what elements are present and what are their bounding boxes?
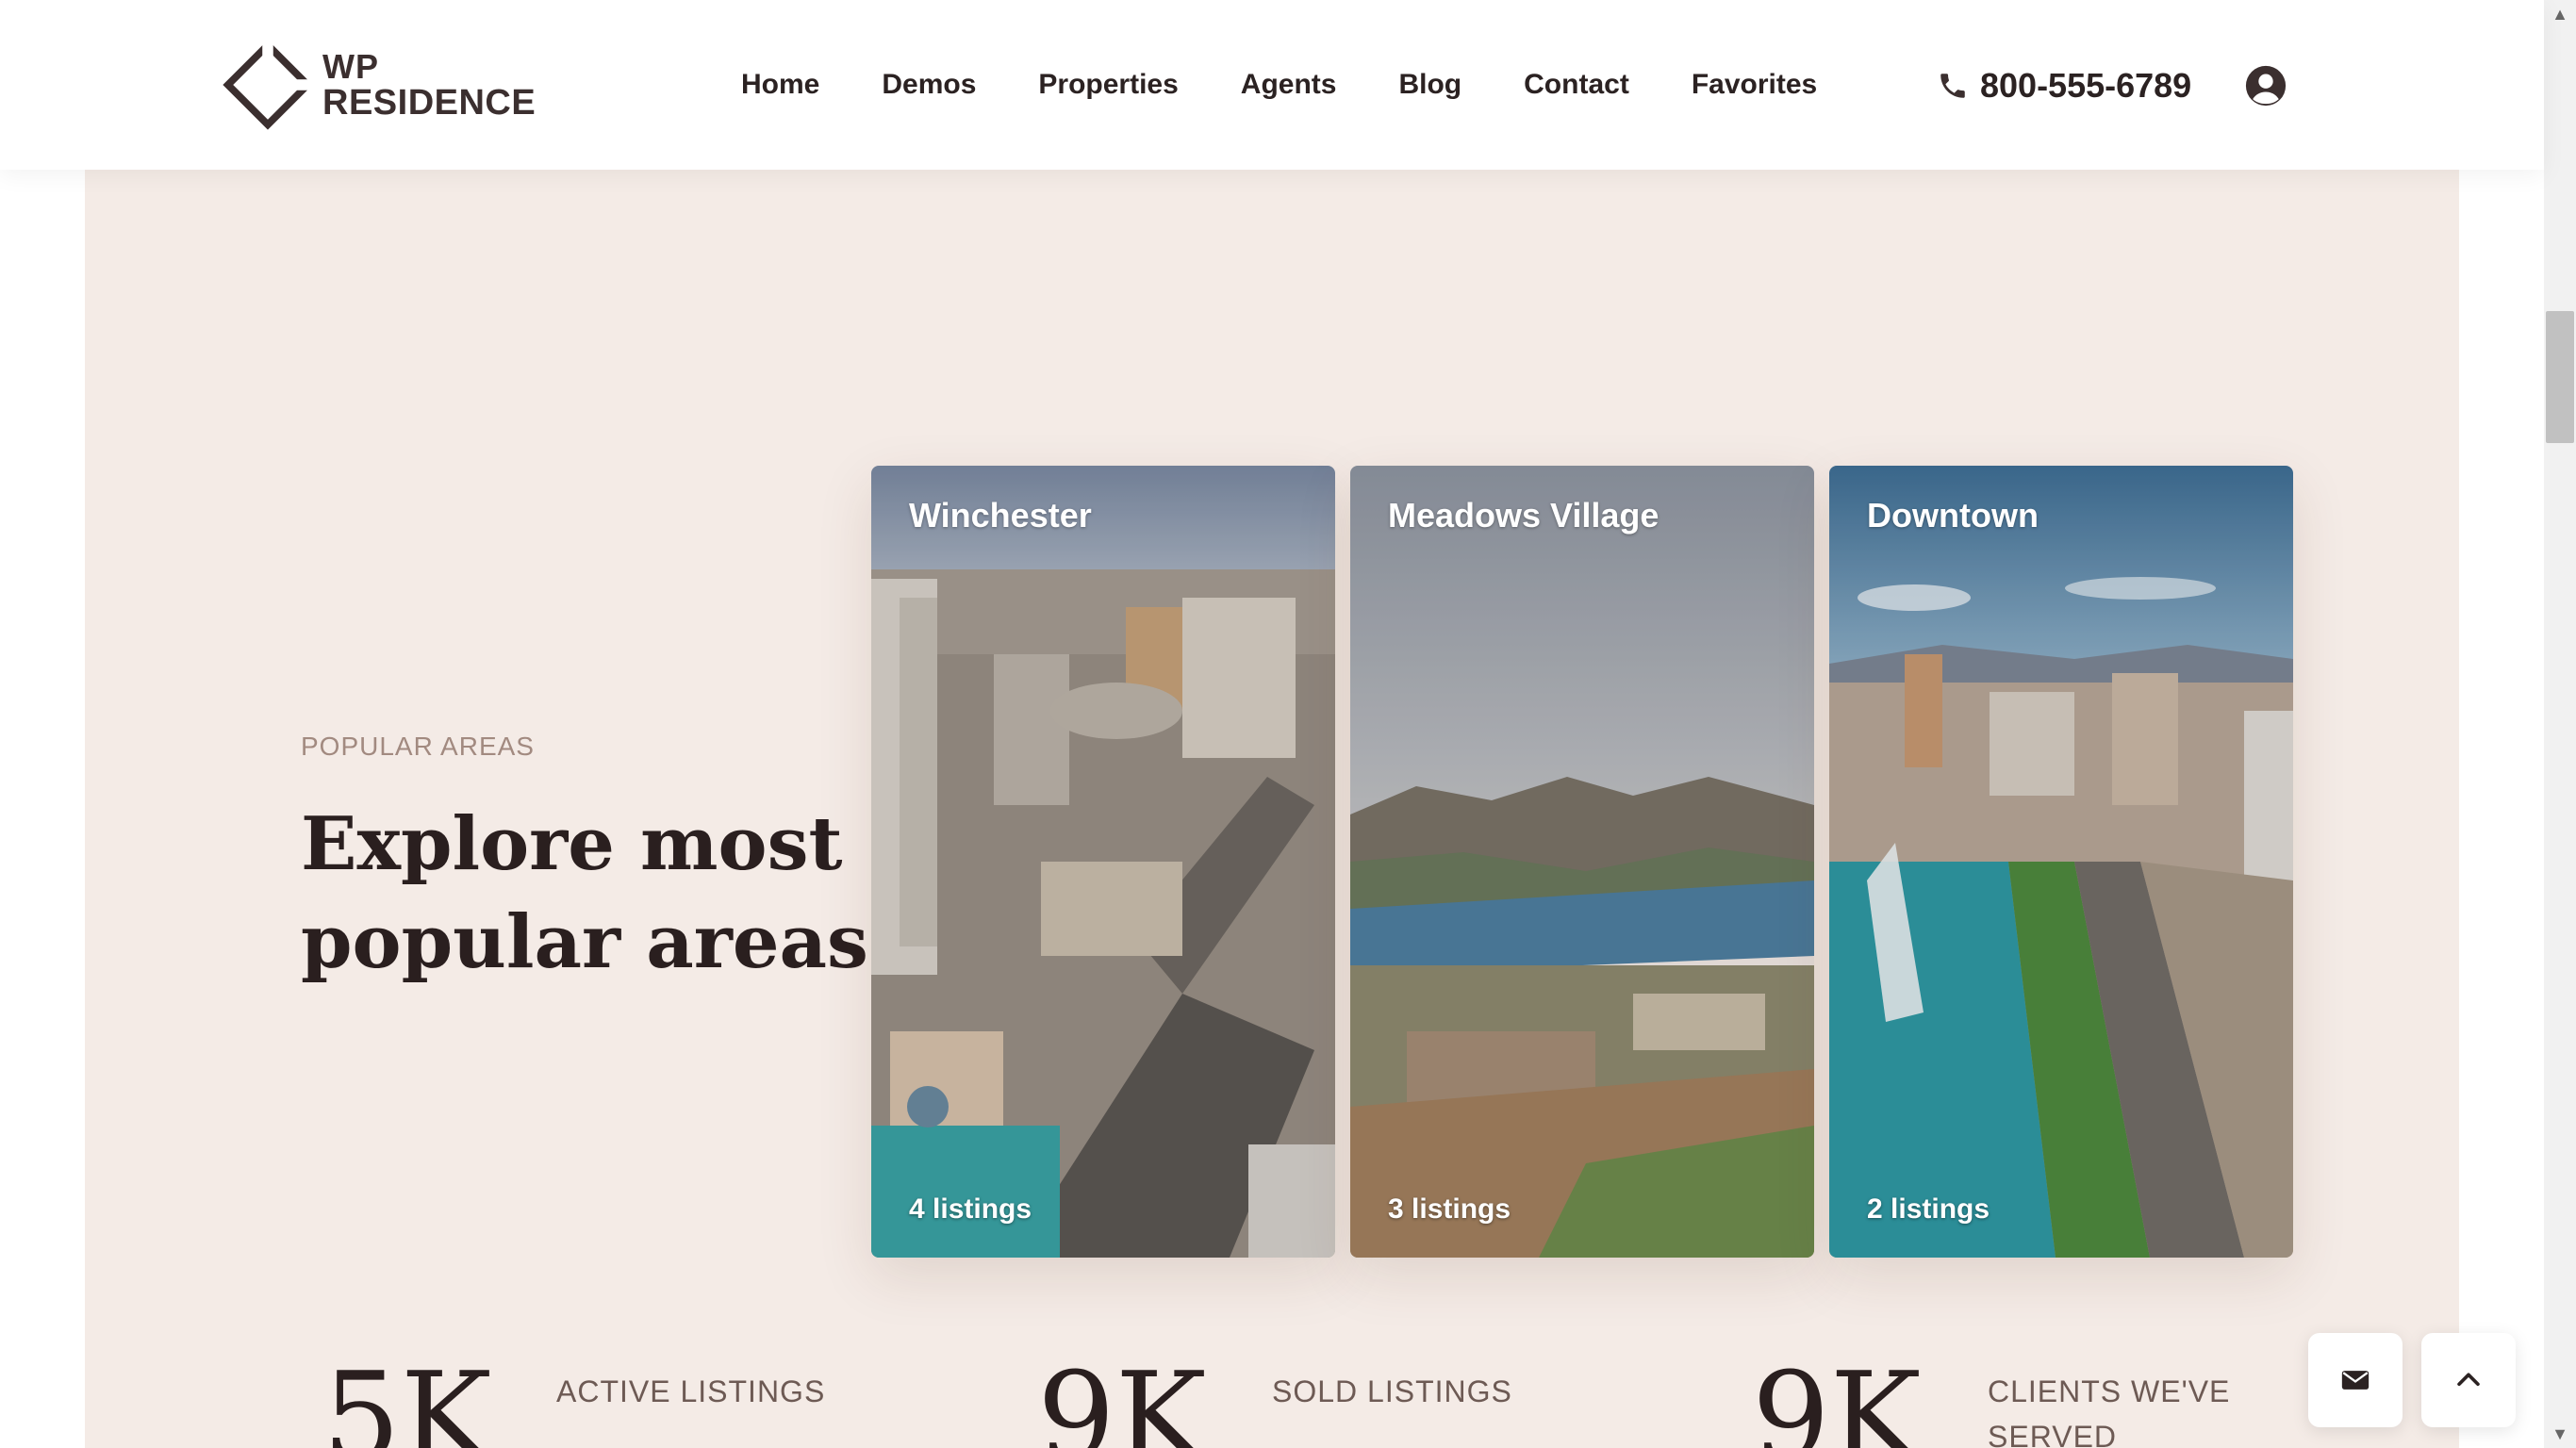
phone-number: 800-555-6789 <box>1980 66 2192 105</box>
chevron-up-icon <box>2457 1373 2480 1387</box>
logo-line-2: RESIDENCE <box>322 83 537 123</box>
area-card-title: Meadows Village <box>1388 496 1660 535</box>
area-card-winchester[interactable]: Winchester 4 listings <box>871 466 1335 1258</box>
logo-line-1: WP <box>322 47 379 86</box>
area-card-title: Winchester <box>909 496 1092 535</box>
lake-valley-image <box>1350 466 1814 1258</box>
phone-icon <box>1940 74 1965 98</box>
phone-link[interactable]: 800-555-6789 <box>1937 66 2191 106</box>
city-aerial-image <box>871 466 1335 1258</box>
popular-areas-section: POPULAR AREAS Explore most popular areas <box>85 170 2459 1448</box>
city-fountain-image <box>1829 466 2293 1258</box>
scroll-thumb[interactable] <box>2546 311 2574 443</box>
area-card-meadows-village[interactable]: Meadows Village 3 listings <box>1350 466 1814 1258</box>
diamond-logo-icon <box>223 40 313 130</box>
back-to-top-button[interactable] <box>2421 1333 2516 1427</box>
stat-sold-number: 9K <box>1037 1345 1207 1448</box>
stat-clients-number: 9K <box>1752 1345 1922 1448</box>
section-eyebrow: POPULAR AREAS <box>301 732 535 761</box>
stat-clients-label: CLIENTS WE'VE SERVED <box>1988 1374 2231 1448</box>
nav-agents[interactable]: Agents <box>1241 62 1337 107</box>
nav-properties[interactable]: Properties <box>1038 62 1178 107</box>
area-card-downtown[interactable]: Downtown 2 listings <box>1829 466 2293 1258</box>
scroll-up-arrow-icon[interactable]: ▲ <box>2544 0 2576 28</box>
nav-favorites[interactable]: Favorites <box>1692 62 1817 107</box>
site-header: WP RESIDENCE Home Demos Properties Agent… <box>0 0 2544 170</box>
stat-active-label: ACTIVE LISTINGS <box>556 1374 826 1408</box>
nav-blog[interactable]: Blog <box>1398 62 1461 107</box>
stat-sold-label: SOLD LISTINGS <box>1272 1374 1512 1408</box>
logo-wordmark: WP RESIDENCE <box>322 47 537 123</box>
envelope-icon <box>2341 1371 2370 1390</box>
area-card-count: 2 listings <box>1867 1193 1990 1225</box>
area-card-count: 4 listings <box>909 1193 1032 1225</box>
nav-contact[interactable]: Contact <box>1524 62 1629 107</box>
page-scrollbar[interactable]: ▲ ▼ <box>2544 0 2576 1448</box>
scroll-down-arrow-icon[interactable]: ▼ <box>2544 1420 2576 1448</box>
main-nav: Home Demos Properties Agents Blog Contac… <box>741 62 1817 107</box>
section-headline: Explore most popular areas <box>301 801 868 985</box>
site-logo[interactable]: WP RESIDENCE <box>223 40 536 130</box>
nav-home[interactable]: Home <box>741 62 819 107</box>
contact-mail-button[interactable] <box>2308 1333 2403 1427</box>
user-circle-icon[interactable] <box>2244 64 2287 107</box>
stat-active-number: 5K <box>322 1345 492 1448</box>
area-card-title: Downtown <box>1867 496 2039 535</box>
nav-demos[interactable]: Demos <box>882 62 976 107</box>
area-card-count: 3 listings <box>1388 1193 1511 1225</box>
